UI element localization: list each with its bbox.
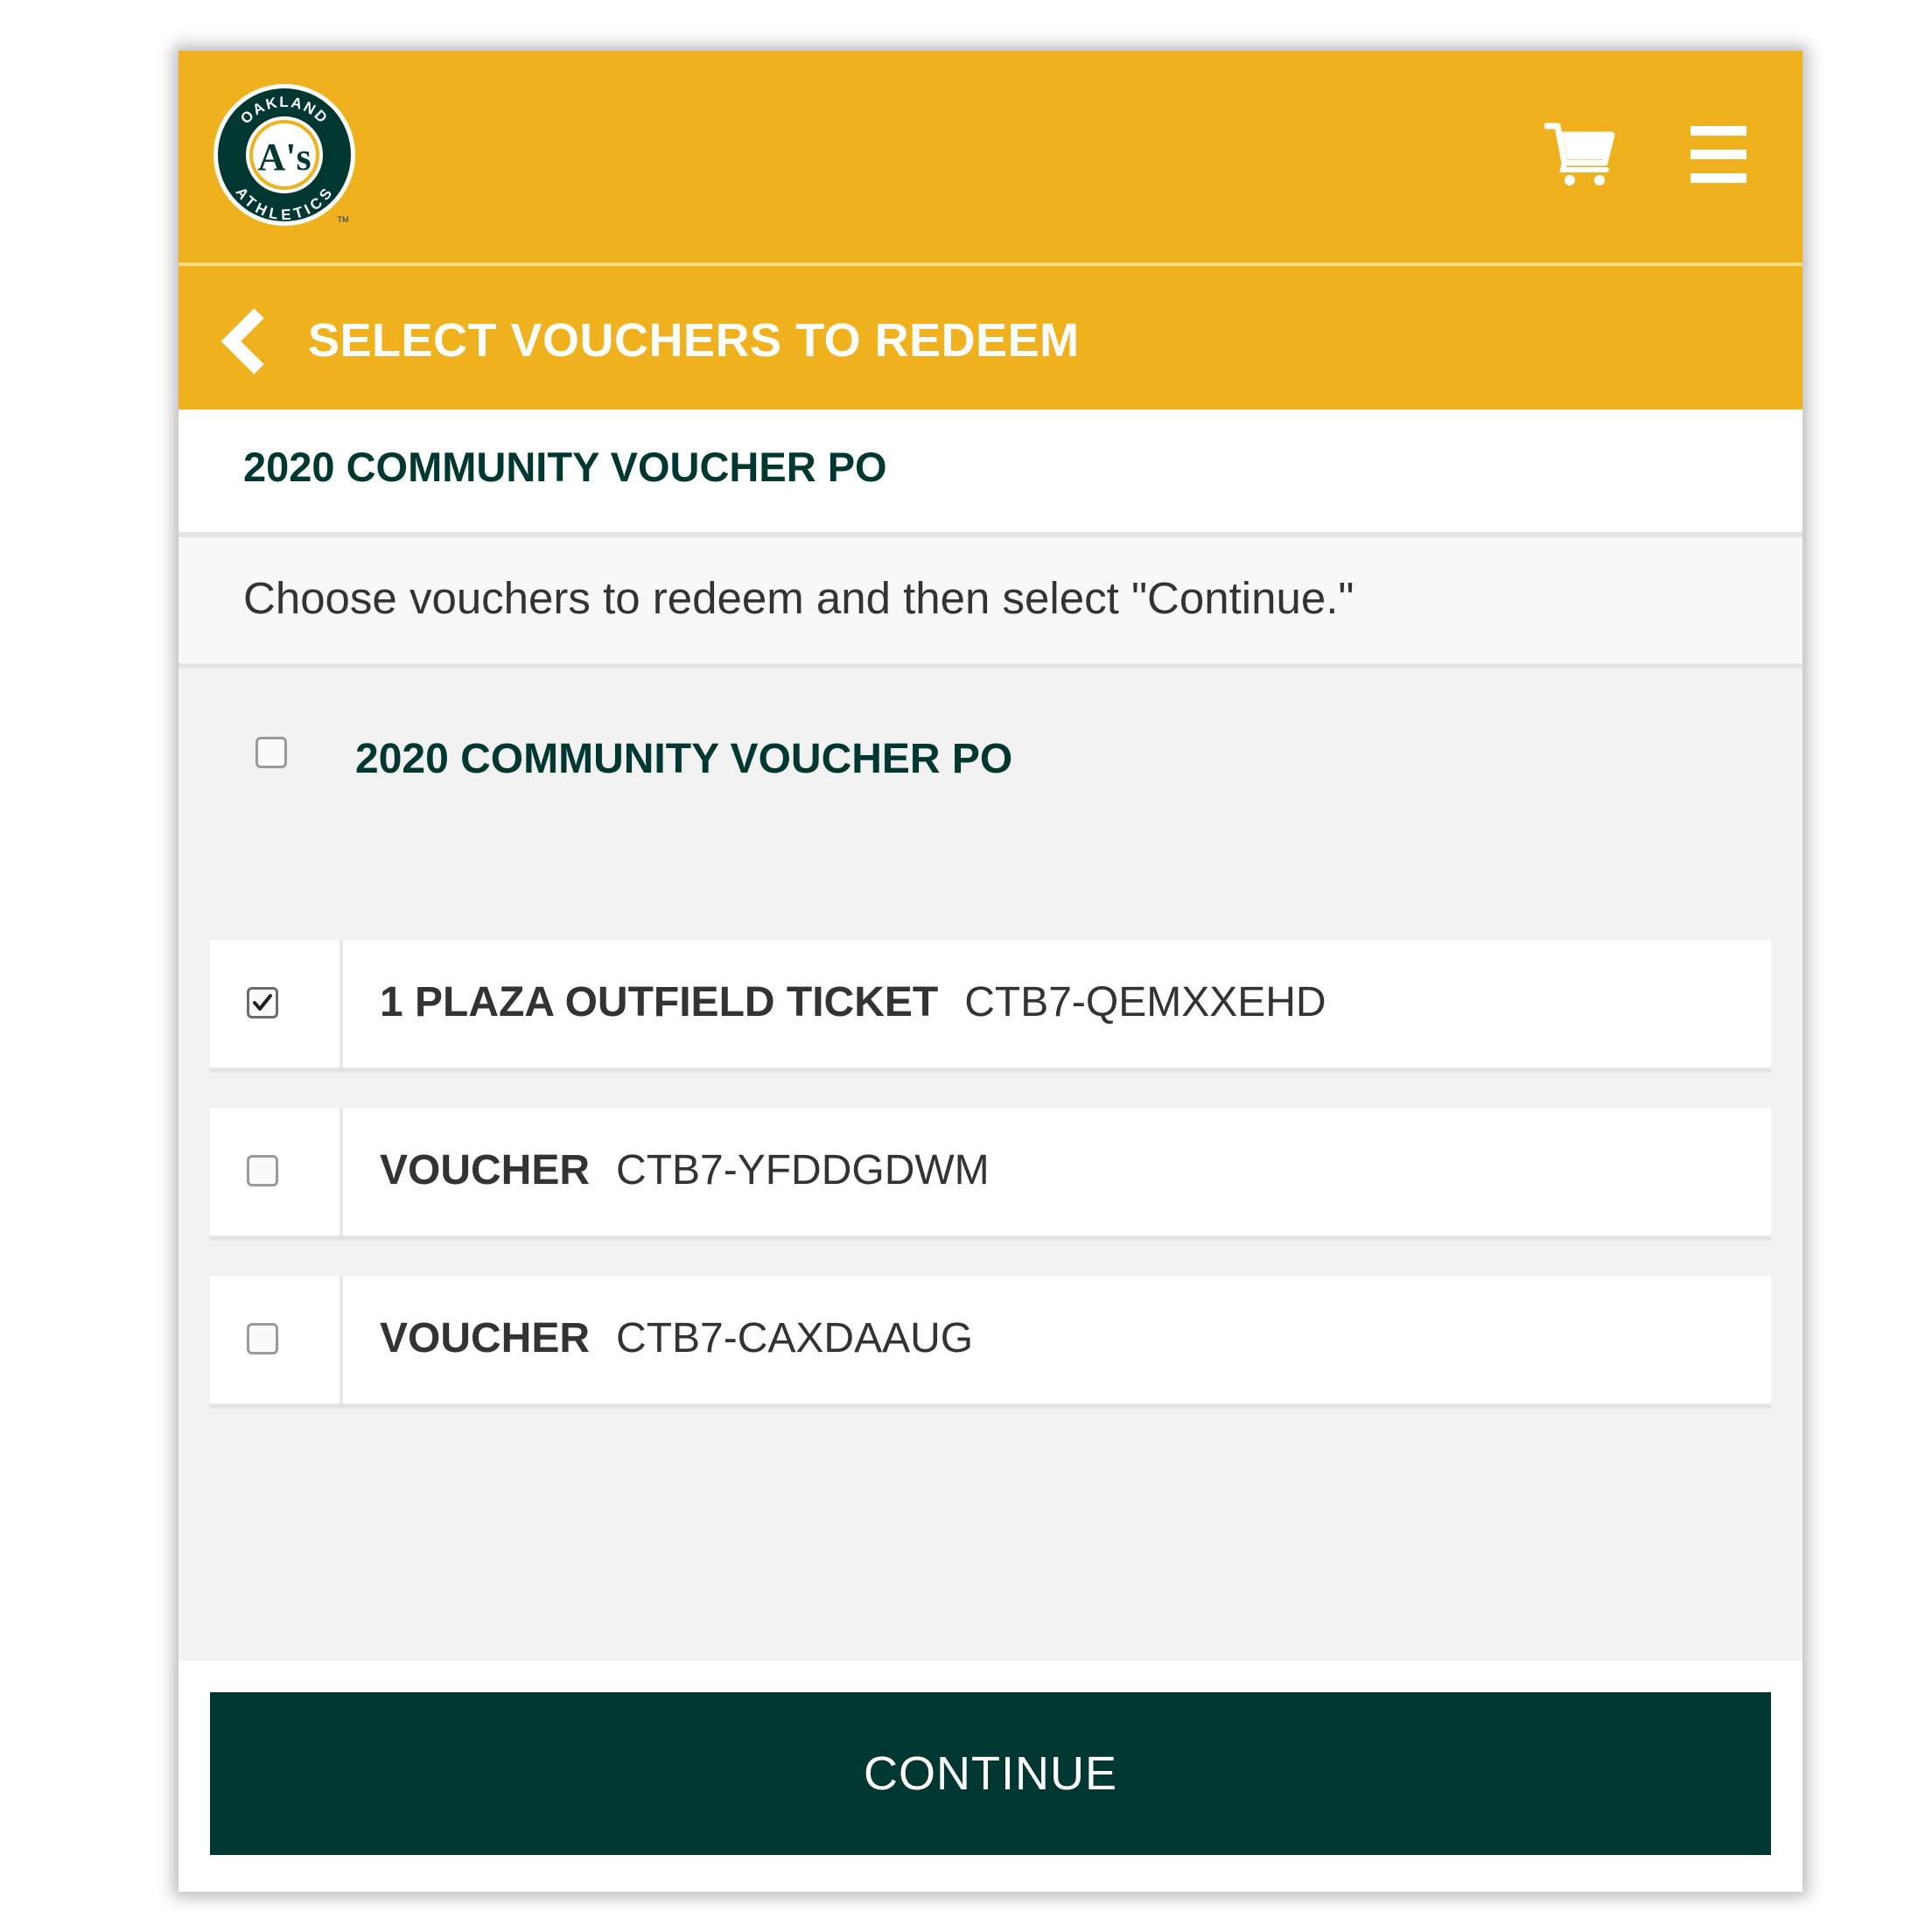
chevron-left-icon	[220, 308, 264, 374]
voucher-row[interactable]: VOUCHER CTB7-YFDDGDWM	[210, 1108, 1771, 1241]
athletics-logo-icon: OAKLAND ATHLETICS A's TM	[214, 84, 355, 226]
select-all-checkbox[interactable]	[256, 737, 287, 768]
voucher-code: CTB7-CAXDAAUG	[616, 1315, 974, 1362]
po-heading: 2020 COMMUNITY VOUCHER PO	[243, 444, 887, 490]
voucher-row[interactable]: VOUCHER CTB7-CAXDAAUG	[210, 1276, 1771, 1409]
checkmark-icon	[253, 994, 272, 1011]
top-navbar: OAKLAND ATHLETICS A's TM	[178, 51, 1802, 262]
back-button[interactable]	[219, 308, 273, 374]
row-divider	[340, 940, 343, 1068]
row-divider	[340, 1276, 343, 1404]
voucher-checkbox[interactable]	[247, 1323, 278, 1354]
voucher-code: CTB7-QEMXXEHD	[964, 979, 1326, 1026]
voucher-name: VOUCHER	[380, 1315, 591, 1362]
svg-text:A's: A's	[257, 136, 311, 178]
voucher-label: 1 PLAZA OUTFIELD TICKET CTB7-QEMXXEHD	[380, 978, 1326, 1026]
footer: CONTINUE	[178, 1661, 1802, 1892]
voucher-label: VOUCHER CTB7-YFDDGDWM	[380, 1146, 990, 1194]
voucher-panel: OAKLAND ATHLETICS A's TM SELECT VOUCHERS…	[178, 51, 1802, 1892]
voucher-code: CTB7-YFDDGDWM	[616, 1147, 990, 1194]
instructions-bar: Choose vouchers to redeem and then selec…	[178, 537, 1802, 668]
voucher-name: 1 PLAZA OUTFIELD TICKET	[380, 979, 939, 1026]
instructions-text: Choose vouchers to redeem and then selec…	[243, 573, 1354, 623]
menu-button[interactable]	[1690, 124, 1750, 186]
continue-button[interactable]: CONTINUE	[210, 1692, 1771, 1855]
po-heading-bar: 2020 COMMUNITY VOUCHER PO	[178, 410, 1802, 537]
voucher-label: VOUCHER CTB7-CAXDAAUG	[380, 1314, 973, 1362]
svg-text:TM: TM	[338, 215, 349, 224]
page-title: SELECT VOUCHERS TO REDEEM	[308, 314, 1080, 367]
hamburger-menu-icon	[1690, 126, 1746, 183]
voucher-row[interactable]: 1 PLAZA OUTFIELD TICKET CTB7-QEMXXEHD	[210, 940, 1771, 1073]
voucher-group-label: 2020 COMMUNITY VOUCHER PO	[355, 736, 1013, 782]
voucher-checkbox[interactable]	[247, 987, 278, 1018]
row-divider	[340, 1108, 343, 1236]
voucher-name: VOUCHER	[380, 1147, 591, 1194]
athletics-logo[interactable]: OAKLAND ATHLETICS A's TM	[212, 82, 357, 228]
cart-button[interactable]	[1544, 117, 1617, 191]
shopping-cart-icon	[1544, 122, 1615, 186]
voucher-checkbox[interactable]	[247, 1155, 278, 1186]
